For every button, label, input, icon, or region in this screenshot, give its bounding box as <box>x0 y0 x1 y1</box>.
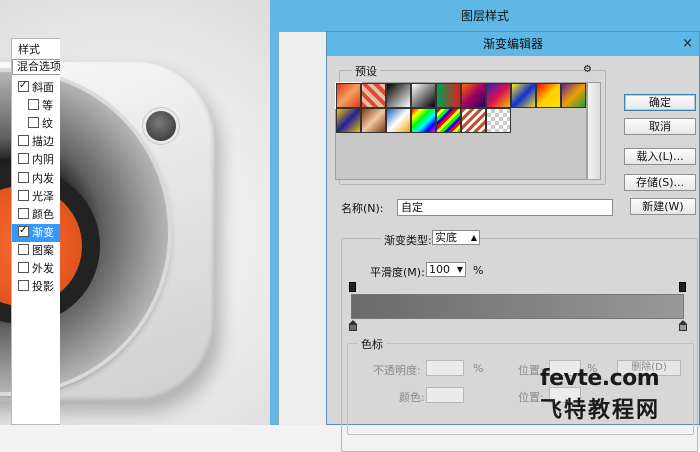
preset-swatch[interactable] <box>436 83 461 108</box>
color-stop-left[interactable] <box>349 320 357 332</box>
preset-swatch[interactable] <box>335 82 362 109</box>
style-item-label: 纹 <box>42 117 53 131</box>
style-item[interactable]: 斜面 <box>12 79 60 97</box>
style-checkbox[interactable] <box>18 189 29 201</box>
smoothness-value: 100 <box>429 263 450 276</box>
opacity-field[interactable] <box>426 360 464 376</box>
style-checkbox[interactable] <box>18 243 29 255</box>
name-label: 名称(N): <box>341 202 384 215</box>
opacity-label: 不透明度: <box>373 364 421 377</box>
style-item-label: 描边 <box>32 135 54 149</box>
preset-swatch[interactable] <box>461 108 486 133</box>
style-item[interactable]: 光泽 <box>12 188 60 206</box>
color-stop-right[interactable] <box>679 320 687 332</box>
style-item-label: 斜面 <box>32 81 54 94</box>
style-item-label: 外发 <box>32 262 54 275</box>
load-button[interactable]: 载入(L)... <box>624 148 696 165</box>
style-list-header: 样式 <box>18 43 40 56</box>
smoothness-unit: % <box>473 264 484 277</box>
gradient-preview-bar[interactable] <box>351 294 684 319</box>
color-stops-label: 色标 <box>358 336 386 352</box>
style-item[interactable]: 投影 <box>12 278 60 296</box>
style-item[interactable]: 内阴 <box>12 151 60 169</box>
preset-scrollbar[interactable] <box>587 82 601 180</box>
style-item-label: 光泽 <box>32 189 54 203</box>
blend-options-item[interactable]: 混合选项 <box>12 59 60 75</box>
style-checkbox[interactable] <box>18 171 29 183</box>
preset-swatch-grid <box>335 82 587 180</box>
style-item-label: 等 <box>42 99 53 113</box>
name-input[interactable]: 自定 <box>397 199 613 216</box>
speaker-knob <box>146 111 176 141</box>
cancel-button[interactable]: 取消 <box>624 118 696 135</box>
style-item[interactable]: 渐变 <box>12 223 60 242</box>
style-checkbox[interactable] <box>28 99 39 111</box>
chevron-updown-icon: ▲︎ <box>470 233 477 242</box>
watermark-url: fevte.com <box>540 366 660 391</box>
smoothness-select[interactable]: 100 ▼ <box>426 262 466 277</box>
close-icon[interactable]: × <box>682 32 693 56</box>
preset-swatch[interactable] <box>436 108 461 133</box>
layer-style-title: 图层样式 <box>460 9 509 23</box>
preset-swatch[interactable] <box>536 83 561 108</box>
presets-label: 预设 <box>352 63 380 79</box>
site-watermark: fevte.com 飞特教程网 <box>540 366 700 425</box>
style-item[interactable]: 等 <box>12 97 60 115</box>
preset-swatch[interactable] <box>511 83 536 108</box>
style-checkbox[interactable] <box>18 262 29 273</box>
style-checkbox[interactable] <box>28 117 39 129</box>
style-checkbox[interactable] <box>18 224 29 240</box>
style-item[interactable]: 纹 <box>12 115 60 133</box>
preset-swatch[interactable] <box>561 83 586 108</box>
preset-swatch[interactable] <box>486 108 511 133</box>
opacity-stop-left[interactable] <box>349 282 356 292</box>
preset-swatch[interactable] <box>361 108 386 133</box>
new-button[interactable]: 新建(W) <box>630 198 696 215</box>
opacity-unit: % <box>473 362 484 375</box>
style-checkbox[interactable] <box>18 280 29 292</box>
preset-swatch[interactable] <box>486 83 511 108</box>
preset-swatch[interactable] <box>411 83 436 108</box>
style-list-panel: 样式 混合选项 斜面等纹描边内阴内发光泽颜色渐变图案外发投影 <box>11 38 60 425</box>
style-checkbox[interactable] <box>18 135 29 147</box>
watermark-site-name: 飞特教程网 <box>540 398 661 423</box>
preset-swatch[interactable] <box>461 83 486 108</box>
style-item[interactable]: 图案 <box>12 242 60 260</box>
style-item[interactable]: 内发 <box>12 170 60 188</box>
style-item-label: 渐变 <box>32 225 54 239</box>
preset-swatch[interactable] <box>386 83 411 108</box>
gear-icon[interactable]: ⚙ <box>583 64 592 75</box>
gradient-type-select[interactable]: 实底 ▲︎ <box>432 230 480 245</box>
chevron-down-icon: ▼ <box>456 265 463 274</box>
gradient-editor-title: 渐变编辑器 <box>327 32 699 56</box>
smoothness-label: 平滑度(M): <box>370 266 425 279</box>
style-item-label: 颜色 <box>32 207 54 221</box>
style-item[interactable]: 外发 <box>12 260 60 278</box>
style-checkbox[interactable] <box>18 79 29 95</box>
preset-swatch[interactable] <box>336 108 361 133</box>
style-checkbox[interactable] <box>18 207 29 219</box>
ok-button[interactable]: 确定 <box>624 94 696 111</box>
color-label: 颜色: <box>399 391 425 404</box>
style-item-label: 内发 <box>32 171 54 185</box>
save-button[interactable]: 存储(S)... <box>624 174 696 191</box>
color-swatch-field[interactable] <box>426 387 464 403</box>
preset-swatch[interactable] <box>386 108 411 133</box>
preset-swatch[interactable] <box>411 108 436 133</box>
gradient-type-value: 实底 <box>435 231 457 244</box>
style-item-label: 投影 <box>32 280 54 294</box>
style-item[interactable]: 颜色 <box>12 206 60 224</box>
style-checkbox[interactable] <box>18 153 29 165</box>
preset-swatch[interactable] <box>361 83 386 108</box>
style-item-label: 图案 <box>32 243 54 257</box>
gradient-type-label: 渐变类型: <box>381 232 435 248</box>
style-item[interactable]: 描边 <box>12 133 60 151</box>
style-item-label: 内阴 <box>32 153 54 167</box>
opacity-stop-right[interactable] <box>679 282 686 292</box>
